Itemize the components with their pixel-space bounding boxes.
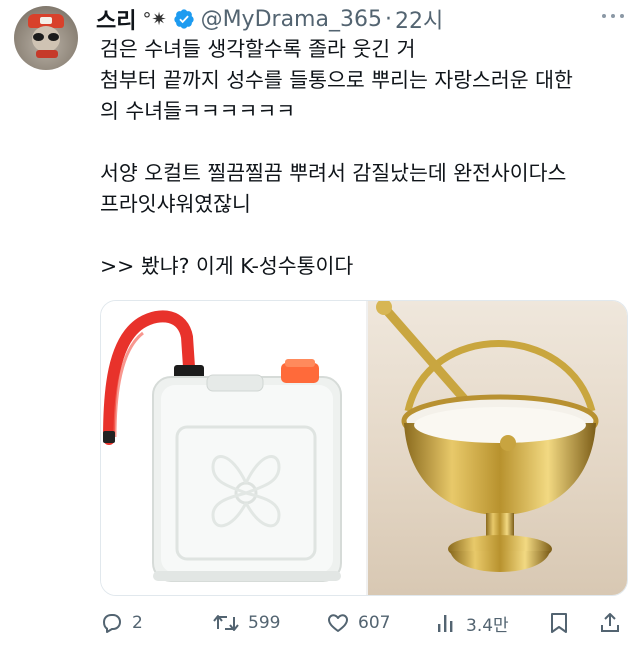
tweet-text: 검은 수녀들 생각할수록 졸라 웃긴 거 첨부터 끝까지 성수를 들통으로 뿌리…: [100, 34, 630, 282]
reply-icon: [103, 614, 121, 633]
media-image-water-jug[interactable]: [101, 301, 368, 595]
share-icon: [601, 613, 619, 632]
bookmark-icon: [551, 613, 567, 633]
views-bar-chart-icon: [438, 615, 453, 632]
separator-dot: ·: [384, 6, 392, 32]
tweet-line: 프라잇샤워였잖니: [100, 192, 251, 216]
tweet-line: 의 수녀들ㅋㅋㅋㅋㅋㅋ: [100, 99, 296, 123]
avatar-glasses: [33, 33, 59, 41]
verified-badge-icon: [173, 9, 194, 29]
bookmark-button[interactable]: [548, 608, 570, 638]
more-options-icon[interactable]: [602, 8, 624, 24]
holy-water-bucket-illustration: [376, 301, 599, 572]
share-button[interactable]: [598, 608, 622, 638]
reply-count: 2: [132, 613, 143, 633]
retweet-count: 599: [248, 613, 281, 633]
tweet-media: [100, 300, 628, 596]
tweet-timestamp[interactable]: 22시: [395, 3, 443, 35]
tweet-actions: 2 599 607 3.4만: [100, 608, 630, 638]
view-count: 3.4만: [466, 615, 509, 636]
tweet-line: 첨부터 끝까지 성수를 들통으로 뿌리는 자랑스러운 대한: [100, 68, 573, 92]
tweet-header: 스리 °✷ @MyDrama_365 · 22시: [96, 3, 443, 35]
like-count: 607: [358, 613, 391, 633]
avatar[interactable]: [14, 6, 78, 70]
views-button[interactable]: 3.4만: [436, 608, 509, 638]
retweet-icon: [213, 615, 239, 631]
media-image-holy-water-bucket[interactable]: [368, 301, 627, 595]
water-jug-illustration: [103, 310, 342, 582]
tweet-line: 검은 수녀들 생각할수록 졸라 웃긴 거: [100, 37, 416, 61]
tweet-line: 서양 오컬트 찔끔찔끔 뿌려서 감질났는데 완전사이다스: [100, 161, 567, 185]
avatar-scarf: [36, 50, 58, 58]
like-button[interactable]: 607: [326, 608, 390, 638]
retweet-button[interactable]: 599: [212, 608, 280, 638]
heart-icon: [328, 614, 348, 632]
user-handle[interactable]: @MyDrama_365: [201, 7, 382, 32]
reply-button[interactable]: 2: [100, 608, 143, 638]
tweet-line: >> 봤냐? 이게 K-성수통이다: [100, 254, 354, 278]
display-name[interactable]: 스리: [96, 3, 136, 35]
name-decoration: °✷: [142, 8, 167, 30]
